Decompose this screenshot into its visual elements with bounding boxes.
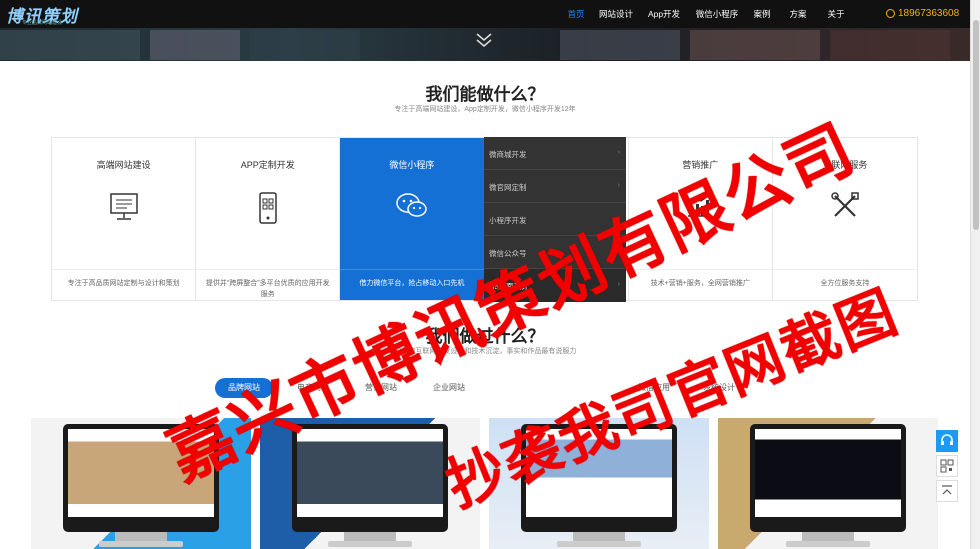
customer-service-button[interactable] [936,430,958,452]
back-to-top-button[interactable] [936,480,958,502]
qrcode-icon [940,459,954,473]
nav-item-home[interactable]: 首页 [560,8,592,20]
monitor-icon [109,193,138,220]
submenu-item[interactable]: 微官网定制 › [484,170,626,203]
qrcode-button[interactable] [936,455,958,477]
scroll-down-chevron-icon[interactable] [474,30,494,50]
case-card[interactable] [718,418,938,549]
arrow-up-icon [942,485,952,495]
logo-subtitle: 专业品牌网站建设 [22,20,63,26]
hero-banner [0,28,970,61]
main-nav: 首页 网站设计 App开发 微信小程序 案例 方案 关于 [560,0,854,28]
nav-item-app[interactable]: App开发 [640,8,688,20]
service-web[interactable]: 高端网站建设 专注于高品质网站定制与设计和策划 [52,138,197,300]
scrollbar-thumb[interactable] [973,20,979,230]
monitor-mockup [750,424,906,532]
headset-icon [941,434,953,445]
wechat-icon [396,193,427,217]
page-scrollbar[interactable] [970,0,980,549]
phone-number: 18967363608 [898,8,960,19]
phone-icon [886,9,895,18]
nav-item-miniprogram[interactable]: 微信小程序 [688,8,746,20]
page: 博讯策划 专业品牌网站建设 首页 网站设计 App开发 微信小程序 案例 方案 … [0,0,980,549]
nav-item-about[interactable]: 关于 [818,8,854,20]
arrow-right-icon: › [617,149,620,156]
nav-item-solutions[interactable]: 方案 [778,8,818,20]
nav-item-web-design[interactable]: 网站设计 [592,8,640,20]
top-navbar: 博讯策划 专业品牌网站建设 首页 网站设计 App开发 微信小程序 案例 方案 … [0,0,970,28]
nav-item-cases[interactable]: 案例 [746,8,778,20]
arrow-right-icon: › [617,182,620,189]
floating-toolbar [936,430,958,505]
service-app[interactable]: APP定制开发 提供并“跨屏整合”多平台优质的应用开发服务 [196,138,341,300]
submenu-item[interactable]: 微商城开发 › [484,137,626,170]
phone-app-icon [259,192,277,224]
phone-contact[interactable]: 18967363608 [886,8,959,19]
